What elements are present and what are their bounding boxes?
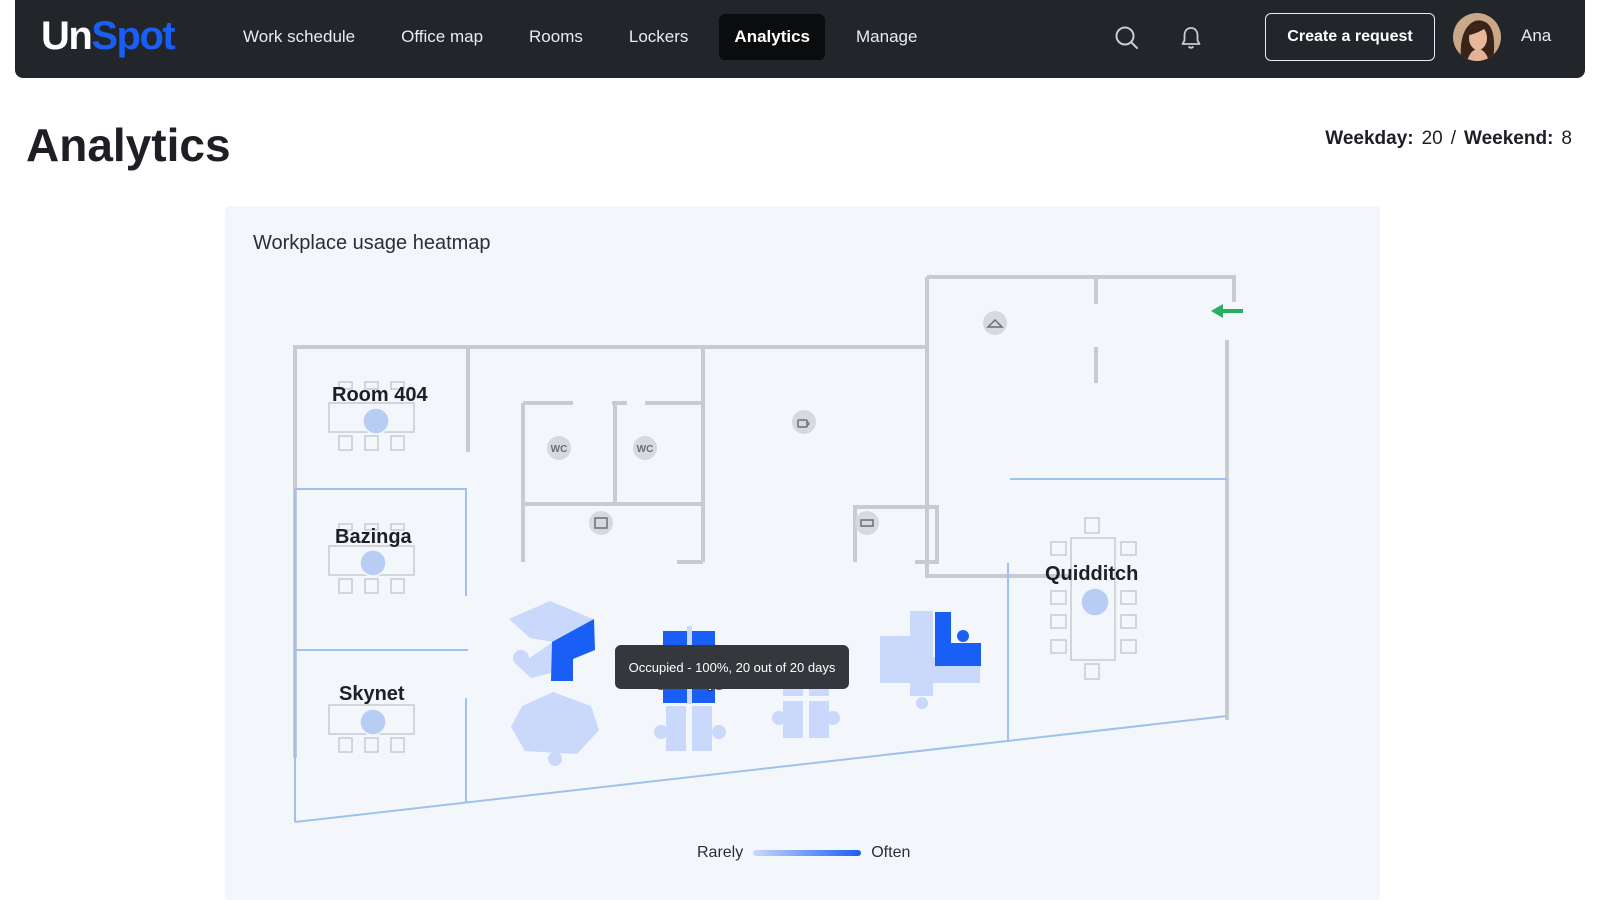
- nav-analytics[interactable]: Analytics: [719, 14, 826, 60]
- printer-icon: [855, 511, 879, 535]
- legend-gradient-bar: [753, 850, 862, 856]
- legend-high-label: Often: [871, 844, 911, 861]
- wc-label-2: WC: [637, 444, 654, 455]
- wardrobe-icon: [983, 311, 1007, 335]
- weekday-label: Weekday:: [1325, 128, 1414, 149]
- exit-arrow-icon: [1211, 304, 1243, 318]
- nav-work-schedule[interactable]: Work schedule: [228, 14, 370, 60]
- weekday-value: 20: [1421, 128, 1443, 149]
- heatmap-legend: Rarely Often: [697, 844, 910, 862]
- count-separator: /: [1450, 128, 1457, 149]
- page-title: Analytics: [26, 119, 231, 171]
- search-icon[interactable]: [1107, 18, 1147, 58]
- coffee-icon: [792, 410, 816, 434]
- room-label-skynet[interactable]: Skynet: [339, 683, 405, 706]
- create-request-button[interactable]: Create a request: [1265, 13, 1435, 61]
- weekend-value: 8: [1561, 128, 1572, 149]
- desk-cluster-1[interactable]: [509, 601, 599, 766]
- user-name[interactable]: Ana: [1521, 26, 1551, 46]
- room-label-404[interactable]: Room 404: [332, 384, 428, 407]
- archive-icon: [589, 511, 613, 535]
- wc-label-1: WC: [551, 444, 568, 455]
- desk-cluster-4[interactable]: [880, 611, 981, 709]
- nav-rooms[interactable]: Rooms: [514, 14, 598, 60]
- floor-plan: WC WC: [293, 275, 1243, 823]
- bell-icon[interactable]: [1171, 18, 1211, 58]
- nav-lockers[interactable]: Lockers: [614, 14, 704, 60]
- logo-text-un: Un: [41, 14, 93, 58]
- nav-office-map[interactable]: Office map: [386, 14, 498, 60]
- main-nav: Work schedule Office map Rooms Lockers A…: [228, 14, 948, 60]
- room-label-quidditch[interactable]: Quidditch: [1045, 563, 1138, 586]
- logo-text-spot: Spot: [91, 14, 175, 58]
- user-avatar[interactable]: [1453, 13, 1501, 61]
- heatmap-panel: Workplace usage heatmap WC WC Room 404 B…: [225, 206, 1380, 900]
- top-navigation-bar: UnSpot Work schedule Office map Rooms Lo…: [15, 0, 1585, 78]
- weekend-label: Weekend:: [1464, 128, 1554, 149]
- nav-manage[interactable]: Manage: [841, 14, 932, 60]
- desk-usage-tooltip: Occupied - 100%, 20 out of 20 days: [615, 645, 849, 689]
- day-counts: Weekday: 20 / Weekend: 8: [1325, 128, 1572, 150]
- room-label-bazinga[interactable]: Bazinga: [335, 526, 412, 549]
- unspot-logo[interactable]: UnSpot: [41, 12, 176, 60]
- legend-low-label: Rarely: [697, 844, 744, 861]
